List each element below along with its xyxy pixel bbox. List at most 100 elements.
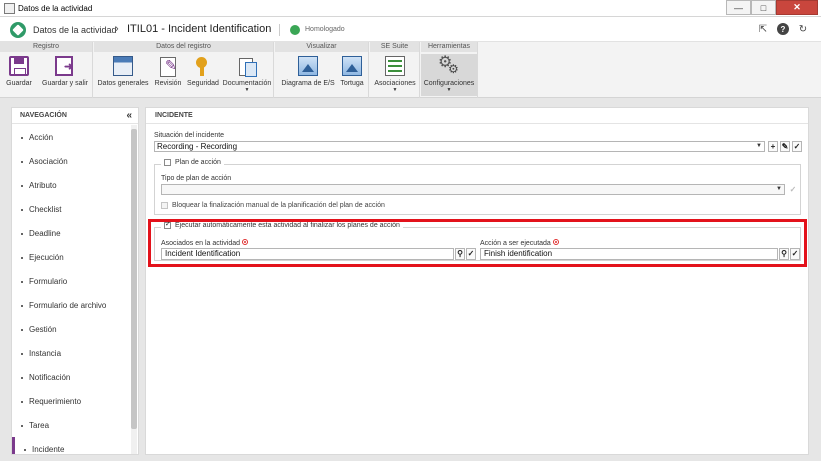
bullet-icon [21,281,23,283]
es-diagram-button[interactable]: Diagrama de E/S [281,54,335,96]
es-diagram-button-label: Diagrama de E/S [281,80,335,87]
page-header: Datos de la actividad › ITIL01 - Inciden… [0,18,821,42]
maximize-button[interactable]: □ [751,0,776,15]
associations-button-label: Asociaciones [374,80,416,87]
nav-item-label: Formulario [29,277,68,286]
save-exit-button-label: Guardar y salir [42,80,88,87]
gear-icon [438,52,459,76]
nav-item-ejecucion[interactable]: Ejecución [12,245,134,269]
turtle-button[interactable]: Tortuga [338,54,366,96]
action-plan-checkbox[interactable] [164,159,171,166]
ribbon-group-label: Visualizar [275,42,368,52]
chevron-down-icon: ▼ [244,87,250,93]
action-plan-fieldset: Plan de acción Tipo de plan de acción ▼ … [154,159,801,215]
save-button-label: Guardar [6,80,32,87]
bullet-icon [21,209,23,211]
ribbon-group-label: Datos del registro [94,42,273,52]
nav-item-label: Instancia [29,349,62,358]
nav-item-tarea[interactable]: Tarea [12,413,134,437]
turtle-button-label: Tortuga [340,80,364,87]
confirm-status-button[interactable]: ✓ [792,141,802,152]
action-plan-legend: Plan de acción [161,159,224,166]
action-plan-type-label: Tipo de plan de acción [161,175,232,182]
save-button[interactable]: Guardar [4,54,34,96]
help-icon[interactable]: ? [777,23,789,35]
scrollbar-thumb[interactable] [131,129,137,429]
turtle-icon [342,56,362,76]
general-data-button[interactable]: Datos generales [97,54,149,96]
navigation-scrollbar[interactable] [131,125,137,454]
ribbon-group-visualizar: Visualizar Diagrama de E/S Tortuga [275,42,369,98]
nav-item-incidente[interactable]: Incidente [12,437,134,454]
incident-panel: INCIDENTE Situación del incidente Record… [145,107,809,455]
header-divider [279,24,280,36]
security-button-label: Seguridad [187,80,219,87]
window-titlebar: Datos de la actividad — □ ✕ [0,0,821,17]
window-controls: — □ ✕ [726,0,818,15]
nav-item-label: Tarea [29,421,50,430]
navigation-list: Acción Asociación Atributo Checklist Dea… [12,125,134,454]
nav-item-label: Atributo [29,181,57,190]
nav-item-atributo[interactable]: Atributo [12,173,134,197]
edit-status-button[interactable]: ✎ [780,141,790,152]
general-data-icon [113,56,133,76]
review-icon [158,56,178,77]
nav-item-instancia[interactable]: Instancia [12,341,134,365]
bullet-icon [21,377,23,379]
confirm-plan-type-button[interactable]: ✓ [788,184,798,195]
app-icon [4,3,15,14]
documents-icon [237,56,257,77]
es-diagram-icon [298,56,318,76]
settings-button[interactable]: Configuraciones ▼ [421,52,477,96]
panel-title: INCIDENTE [155,112,193,119]
incident-status-select[interactable]: Recording - Recording ▼ [154,141,765,152]
bullet-icon [21,233,23,235]
review-button-label: Revisión [154,80,182,87]
associations-icon [385,56,405,76]
nav-item-deadline[interactable]: Deadline [12,221,134,245]
nav-item-requerimiento[interactable]: Requerimiento [12,389,134,413]
nav-item-label: Notificación [29,373,71,382]
bullet-icon [21,329,23,331]
documents-button[interactable]: Documentación ▼ [222,54,272,96]
action-plan-type-select[interactable]: ▼ [161,184,785,195]
nav-item-label: Checklist [29,205,62,214]
block-manual-label: Bloquear la finalización manual de la pl… [172,202,385,209]
bullet-icon [21,425,23,427]
ribbon-group-se-suite: SE Suite Asociaciones ▼ [370,42,420,98]
review-button[interactable]: Revisión [153,54,183,96]
block-manual-checkbox[interactable] [161,202,168,209]
nav-item-label: Requerimiento [29,397,82,406]
nav-item-label: Gestión [29,325,57,334]
dropdown-arrow-icon: ▼ [776,186,782,192]
incident-status-value: Recording - Recording [157,142,238,151]
ribbon-group-herramientas: Herramientas Configuraciones ▼ [421,42,478,98]
close-button[interactable]: ✕ [776,0,818,15]
nav-item-formulario[interactable]: Formulario [12,269,134,293]
security-button[interactable]: Seguridad [186,54,220,96]
refresh-icon[interactable]: ↻ [797,23,809,35]
nav-item-formulario-archivo[interactable]: Formulario de archivo [12,293,134,317]
incident-status-label: Situación del incidente [154,132,225,139]
chevron-down-icon: ▼ [446,87,452,93]
navigation-title: NAVEGACIÓN [20,112,67,119]
pin-icon[interactable]: ⇱ [757,23,769,35]
nav-item-gestion[interactable]: Gestión [12,317,134,341]
add-status-button[interactable]: + [768,141,778,152]
save-exit-button[interactable]: Guardar y salir [40,54,90,96]
nav-item-accion[interactable]: Acción [12,125,134,149]
associations-button[interactable]: Asociaciones ▼ [372,54,418,96]
highlight-box [148,219,807,267]
nav-item-asociacion[interactable]: Asociación [12,149,134,173]
minimize-button[interactable]: — [726,0,751,15]
navigation-panel: NAVEGACIÓN « Acción Asociación Atributo … [11,107,139,455]
ribbon-toolbar: Registro Guardar Guardar y salir Datos d… [0,42,821,98]
collapse-icon[interactable]: « [126,110,132,121]
save-icon [9,56,29,76]
nav-item-checklist[interactable]: Checklist [12,197,134,221]
ribbon-group-label: Herramientas [421,42,477,52]
ribbon-group-registro: Registro Guardar Guardar y salir [0,42,93,98]
nav-item-notificacion[interactable]: Notificación [12,365,134,389]
bullet-icon [21,305,23,307]
window-title: Datos de la actividad [18,4,93,13]
